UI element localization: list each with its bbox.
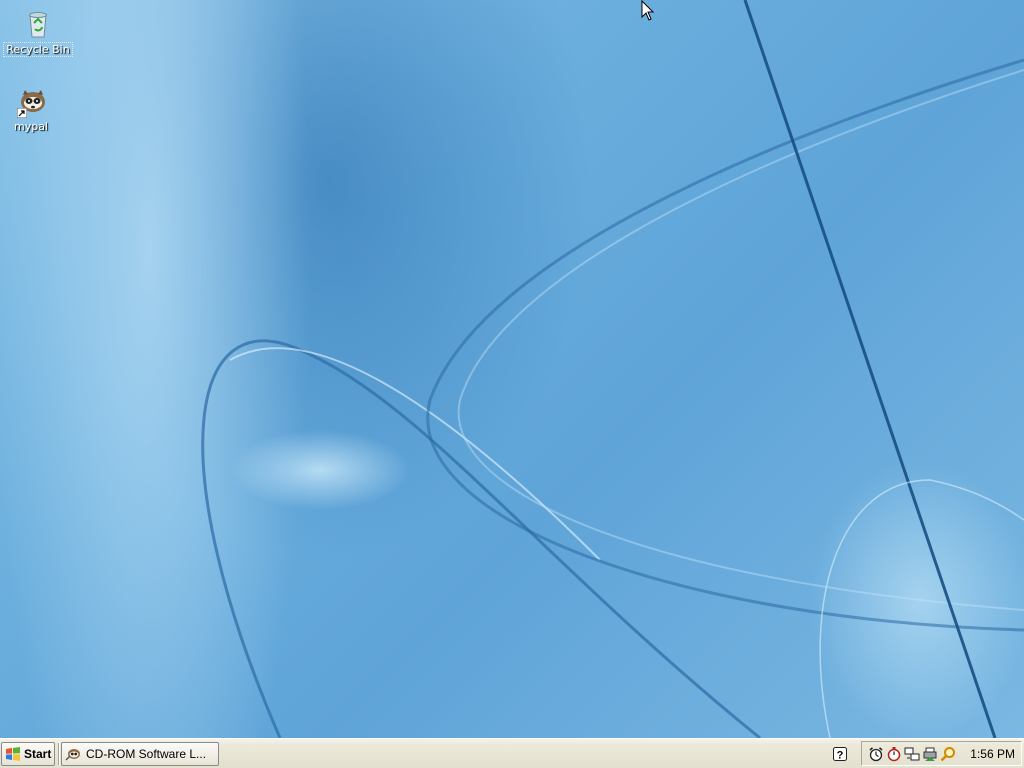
taskbar-separator <box>58 743 60 765</box>
taskbar-button-label: CD-ROM Software L... <box>86 747 207 761</box>
taskbar-button-cdrom-software[interactable]: CD-ROM Software L... <box>61 742 219 766</box>
desktop-icon-mypal[interactable]: mypal <box>0 86 66 133</box>
shortcut-arrow-icon <box>17 108 27 118</box>
mypal-browser-icon <box>15 86 47 118</box>
mypal-label: mypal <box>13 120 48 133</box>
clock[interactable]: 1:56 PM <box>970 746 1015 762</box>
start-label: Start <box>24 747 52 761</box>
stopwatch-icon[interactable] <box>886 746 902 762</box>
start-button[interactable]: Start <box>1 742 55 766</box>
printer-icon[interactable] <box>922 746 938 762</box>
wallpaper <box>201 0 1024 738</box>
network-icon[interactable] <box>904 746 920 762</box>
help-icon[interactable]: ? <box>832 746 848 762</box>
recycle-bin-icon <box>22 8 54 40</box>
svg-text:?: ? <box>837 750 844 762</box>
recycle-bin-label: Recycle Bin <box>3 42 73 57</box>
system-tray: 1:56 PM <box>861 741 1022 766</box>
desktop-icon-recycle-bin[interactable]: Recycle Bin <box>3 8 73 57</box>
alarm-clock-icon[interactable] <box>868 746 884 762</box>
mouse-pointer-icon <box>641 0 655 21</box>
search-icon[interactable] <box>940 746 956 762</box>
desktop[interactable]: Recycle Bin mypal <box>0 0 1024 738</box>
windows-logo-icon <box>6 747 20 761</box>
cdrom-software-icon <box>65 749 80 761</box>
taskbar: Start CD-ROM Software L... ? 1:56 PM <box>0 738 1024 768</box>
